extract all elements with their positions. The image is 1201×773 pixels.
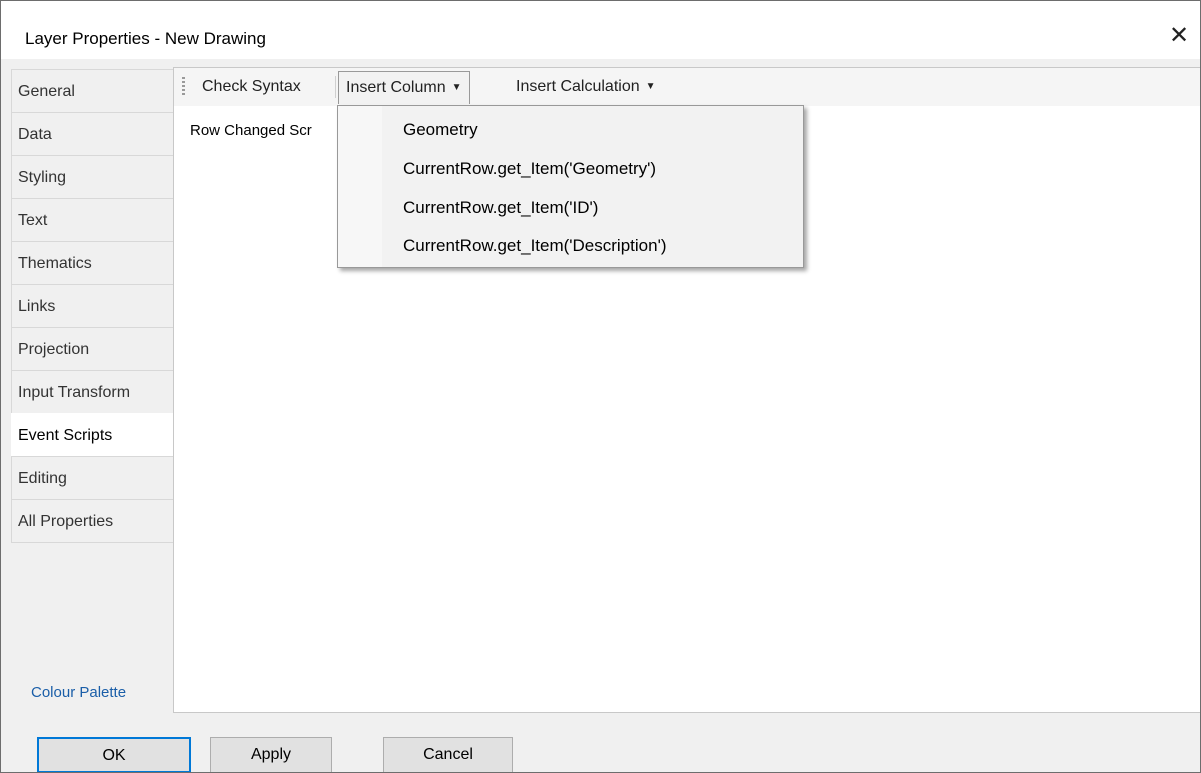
tab-event-scripts[interactable]: Event Scripts [11, 413, 175, 456]
tab-all-properties[interactable]: All Properties [11, 499, 175, 542]
apply-button[interactable]: Apply [210, 737, 332, 772]
colour-palette-link[interactable]: Colour Palette [31, 684, 126, 701]
toolbar-separator [335, 76, 336, 98]
tab-input-transform[interactable]: Input Transform [11, 370, 175, 413]
row-changed-script-label: Row Changed Scr [190, 122, 312, 139]
tab-thematics[interactable]: Thematics [11, 241, 175, 284]
check-syntax-label: Check Syntax [202, 78, 301, 95]
close-icon[interactable]: ✕ [1164, 21, 1194, 51]
chevron-down-icon: ▼ [451, 82, 462, 93]
tab-styling[interactable]: Styling [11, 155, 175, 198]
menu-item-get-item-description[interactable]: CurrentRow.get_Item('Description') [403, 236, 666, 256]
title-bar: Layer Properties - New Drawing ✕ [1, 1, 1200, 59]
tab-data[interactable]: Data [11, 112, 175, 155]
check-syntax-button[interactable]: Check Syntax [195, 71, 308, 103]
insert-column-dropdown[interactable]: Insert Column ▼ [338, 71, 470, 104]
insert-calculation-label: Insert Calculation [516, 78, 640, 96]
layer-properties-dialog: Layer Properties - New Drawing ✕ General… [0, 0, 1201, 773]
menu-item-geometry[interactable]: Geometry [403, 120, 478, 140]
window-title: Layer Properties - New Drawing [25, 29, 266, 48]
tab-general[interactable]: General [11, 69, 175, 112]
menu-item-get-item-id[interactable]: CurrentRow.get_Item('ID') [403, 198, 598, 218]
tab-links[interactable]: Links [11, 284, 175, 327]
chevron-down-icon: ▼ [645, 81, 656, 92]
script-toolbar: Check Syntax Insert Column ▼ Insert Calcu… [174, 68, 1200, 106]
property-tabs: General Data Styling Text Thematics Link… [11, 69, 175, 543]
insert-column-menu: Geometry CurrentRow.get_Item('Geometry')… [337, 105, 804, 268]
insert-column-label: Insert Column [346, 79, 446, 97]
insert-calculation-dropdown[interactable]: Insert Calculation ▼ [509, 71, 663, 103]
tab-editing[interactable]: Editing [11, 456, 175, 499]
toolbar-grip-icon[interactable] [182, 77, 185, 97]
tab-projection[interactable]: Projection [11, 327, 175, 370]
tab-text[interactable]: Text [11, 198, 175, 241]
menu-icon-column [338, 106, 382, 267]
cancel-button[interactable]: Cancel [383, 737, 513, 772]
ok-button[interactable]: OK [37, 737, 191, 772]
menu-item-get-item-geometry[interactable]: CurrentRow.get_Item('Geometry') [403, 159, 656, 179]
